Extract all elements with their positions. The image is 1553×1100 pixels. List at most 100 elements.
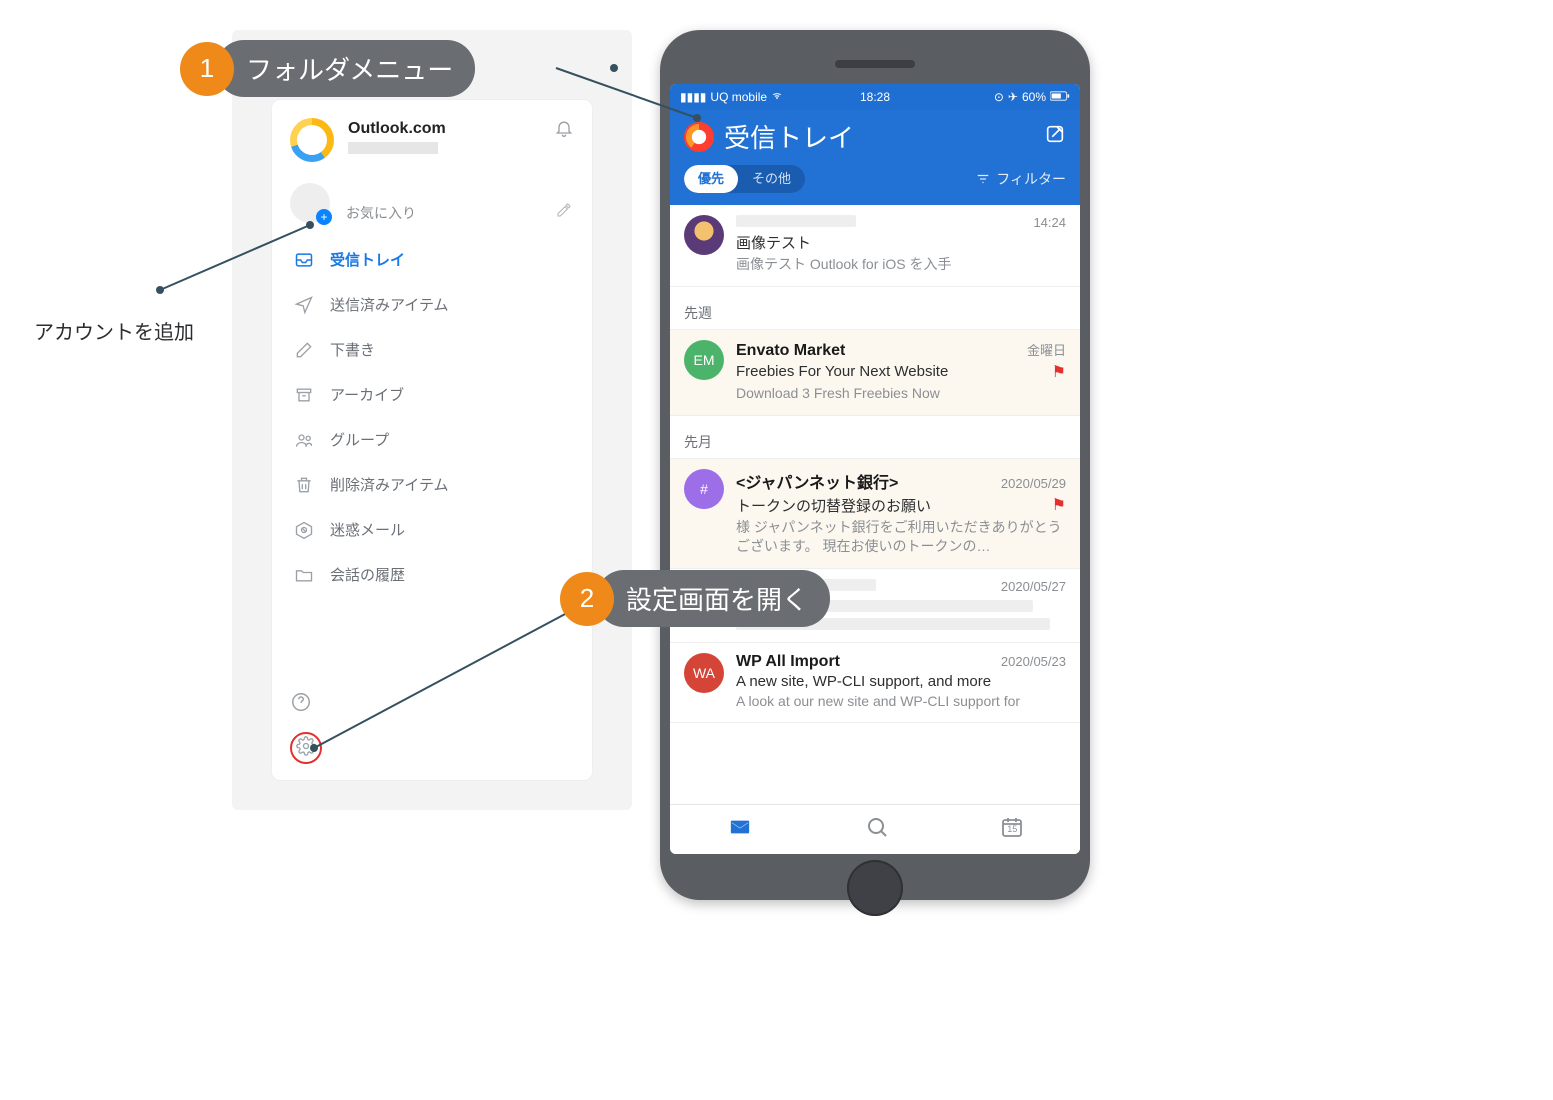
profile-avatar-button[interactable] (684, 122, 714, 152)
trash-icon (294, 475, 314, 495)
message-preview: Download 3 Fresh Freebies Now (736, 384, 1066, 403)
message-subject: A new site, WP-CLI support, and more (736, 673, 991, 690)
callout-2-label: 設定画面を開く (596, 570, 830, 627)
avatar (684, 215, 724, 255)
phone-screen: ▮▮▮▮ UQ mobile 18:28 ⊙ ✈ 60% 受信トレイ (670, 84, 1080, 854)
junk-icon (294, 520, 314, 540)
status-bar: ▮▮▮▮ UQ mobile 18:28 ⊙ ✈ 60% (670, 84, 1080, 110)
callout-1-label: フォルダメニュー (216, 40, 475, 97)
folder-icon (294, 565, 314, 585)
callout-1-number: 1 (180, 42, 234, 96)
carrier-label: UQ mobile (710, 90, 767, 104)
wifi-icon (771, 90, 783, 104)
folder-label: 削除済みアイテム (330, 474, 449, 495)
avatar: # (684, 469, 724, 509)
folder-label: 会話の履歴 (330, 564, 405, 585)
folder-label: アーカイブ (330, 384, 404, 405)
compose-icon[interactable] (1044, 123, 1066, 150)
folder-inbox[interactable]: 受信トレイ (290, 237, 574, 282)
folder-label: 下書き (330, 339, 375, 360)
folder-label: 受信トレイ (330, 249, 405, 270)
filter-label: フィルター (996, 169, 1066, 189)
sender-redacted (736, 215, 856, 227)
message-item[interactable]: # <ジャパンネット銀行> 2020/05/29 トークンの切替登録のお願い ⚑… (670, 459, 1080, 569)
folder-menu: Outlook.com + お気に入り (272, 100, 592, 780)
account-name: Outlook.com (348, 120, 540, 138)
groups-icon (294, 430, 314, 450)
section-last-month: 先月 (670, 416, 1080, 459)
avatar: EM (684, 340, 724, 380)
alarm-icon: ⊙ (994, 90, 1004, 104)
mail-header: 受信トレイ 優先 その他 フィルター (670, 110, 1080, 205)
message-subject: 画像テスト (736, 232, 811, 253)
tab-other[interactable]: その他 (738, 165, 805, 193)
message-preview: 画像テスト Outlook for iOS を入手 (736, 255, 1066, 274)
avatar: WA (684, 653, 724, 693)
inbox-title: 受信トレイ (724, 118, 854, 155)
folder-drafts[interactable]: 下書き (290, 327, 574, 372)
folder-groups[interactable]: グループ (290, 417, 574, 462)
message-item[interactable]: WA WP All Import 2020/05/23 A new site, … (670, 643, 1080, 724)
drafts-icon (294, 340, 314, 360)
search-tab-icon[interactable] (865, 815, 889, 844)
section-last-week: 先週 (670, 287, 1080, 330)
archive-icon (294, 385, 314, 405)
plus-icon: + (316, 209, 332, 225)
phone-mockup: ▮▮▮▮ UQ mobile 18:28 ⊙ ✈ 60% 受信トレイ (660, 30, 1090, 900)
folder-sent[interactable]: 送信済みアイテム (290, 282, 574, 327)
account-email-redacted (348, 142, 438, 154)
message-time: 金曜日 (1027, 340, 1066, 359)
location-icon: ✈ (1008, 90, 1018, 104)
message-item[interactable]: EM Envato Market 金曜日 Freebies For Your N… (670, 330, 1080, 416)
folder-label: グループ (330, 429, 389, 450)
bell-icon[interactable] (554, 118, 574, 143)
help-icon[interactable] (290, 691, 322, 718)
folder-label: 迷惑メール (330, 519, 405, 540)
add-account-avatar[interactable]: + (290, 183, 330, 223)
message-item[interactable]: 14:24 画像テスト 画像テスト Outlook for iOS を入手 (670, 205, 1080, 287)
tab-focused[interactable]: 優先 (684, 165, 738, 193)
settings-button-highlight (290, 732, 322, 764)
account-avatar[interactable] (290, 118, 334, 162)
message-preview: 様 ジャパンネット銀行をご利用いただきありがとうございます。 現在お使いのトーク… (736, 518, 1066, 556)
message-subject: トークンの切替登録のお願い (736, 495, 931, 516)
message-time: 14:24 (1033, 215, 1066, 230)
folder-archive[interactable]: アーカイブ (290, 372, 574, 417)
folder-menu-panel: Outlook.com + お気に入り (232, 30, 632, 810)
signal-icon: ▮▮▮▮ (680, 90, 706, 104)
bottom-tab-bar: 15 (670, 804, 1080, 854)
folder-conversation-history[interactable]: 会話の履歴 (290, 552, 574, 597)
callout-2: 2 設定画面を開く (560, 570, 830, 627)
message-sender: <ジャパンネット銀行> (736, 469, 898, 493)
status-time: 18:28 (860, 90, 890, 104)
speaker (835, 60, 915, 68)
message-sender: Envato Market (736, 342, 845, 360)
folder-label: 送信済みアイテム (330, 294, 449, 315)
filter-button[interactable]: フィルター (976, 169, 1066, 189)
folder-trash[interactable]: 削除済みアイテム (290, 462, 574, 507)
message-sender: WP All Import (736, 653, 840, 671)
gear-icon[interactable] (296, 736, 316, 761)
message-preview: A look at our new site and WP-CLI suppor… (736, 692, 1066, 711)
focus-tabs: 優先 その他 (684, 165, 805, 193)
folder-junk[interactable]: 迷惑メール (290, 507, 574, 552)
annotation-add-account: アカウントを追加 (34, 316, 194, 345)
battery-icon (1050, 90, 1070, 104)
sent-icon (294, 295, 314, 315)
message-time: 2020/05/29 (1001, 476, 1066, 491)
message-time: 2020/05/27 (1001, 579, 1066, 594)
message-subject: Freebies For Your Next Website (736, 363, 948, 380)
inbox-icon (294, 250, 314, 270)
home-button[interactable] (847, 860, 903, 916)
message-list[interactable]: 14:24 画像テスト 画像テスト Outlook for iOS を入手 先週… (670, 205, 1080, 804)
calendar-tab-icon[interactable]: 15 (1000, 815, 1024, 844)
callout-1: 1 フォルダメニュー (180, 40, 475, 97)
flag-icon: ⚑ (1052, 495, 1066, 515)
folder-list: 受信トレイ 送信済みアイテム 下書き アーカイブ グループ 削除済みアイテム (290, 237, 574, 597)
favorites-label: お気に入り (346, 203, 416, 223)
mail-tab-icon[interactable] (726, 816, 754, 843)
edit-icon[interactable] (556, 202, 572, 223)
message-time: 2020/05/23 (1001, 654, 1066, 669)
calendar-day: 15 (1000, 824, 1024, 834)
callout-2-number: 2 (560, 572, 614, 626)
